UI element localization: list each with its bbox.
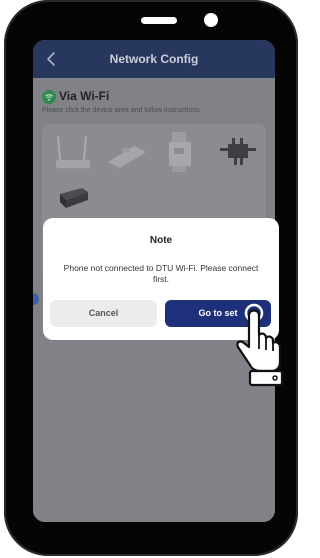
- section-title: Via Wi-Fi: [59, 89, 110, 103]
- camera-dot: [204, 13, 218, 27]
- pointing-hand-icon: [236, 303, 284, 387]
- dtu-stick-icon[interactable]: [104, 138, 150, 172]
- instructions-text: Please click the device area and follow …: [42, 107, 200, 114]
- meter-icon[interactable]: [56, 184, 92, 210]
- wifi-icon: [42, 90, 56, 104]
- dialog-title: Note: [149, 235, 173, 246]
- microinverter-icon[interactable]: [218, 134, 260, 170]
- dialog-message: Phone not connected to DTU Wi-Fi. Please…: [63, 263, 259, 284]
- cancel-button[interactable]: Cancel: [50, 300, 157, 327]
- din-rail-dtu-icon[interactable]: [166, 130, 196, 174]
- navigation-bar: Network Config: [33, 40, 275, 78]
- option-indicator: [33, 293, 39, 305]
- speaker-notch: [141, 17, 177, 24]
- page-title: Network Config: [109, 52, 199, 66]
- router-icon[interactable]: [52, 134, 96, 174]
